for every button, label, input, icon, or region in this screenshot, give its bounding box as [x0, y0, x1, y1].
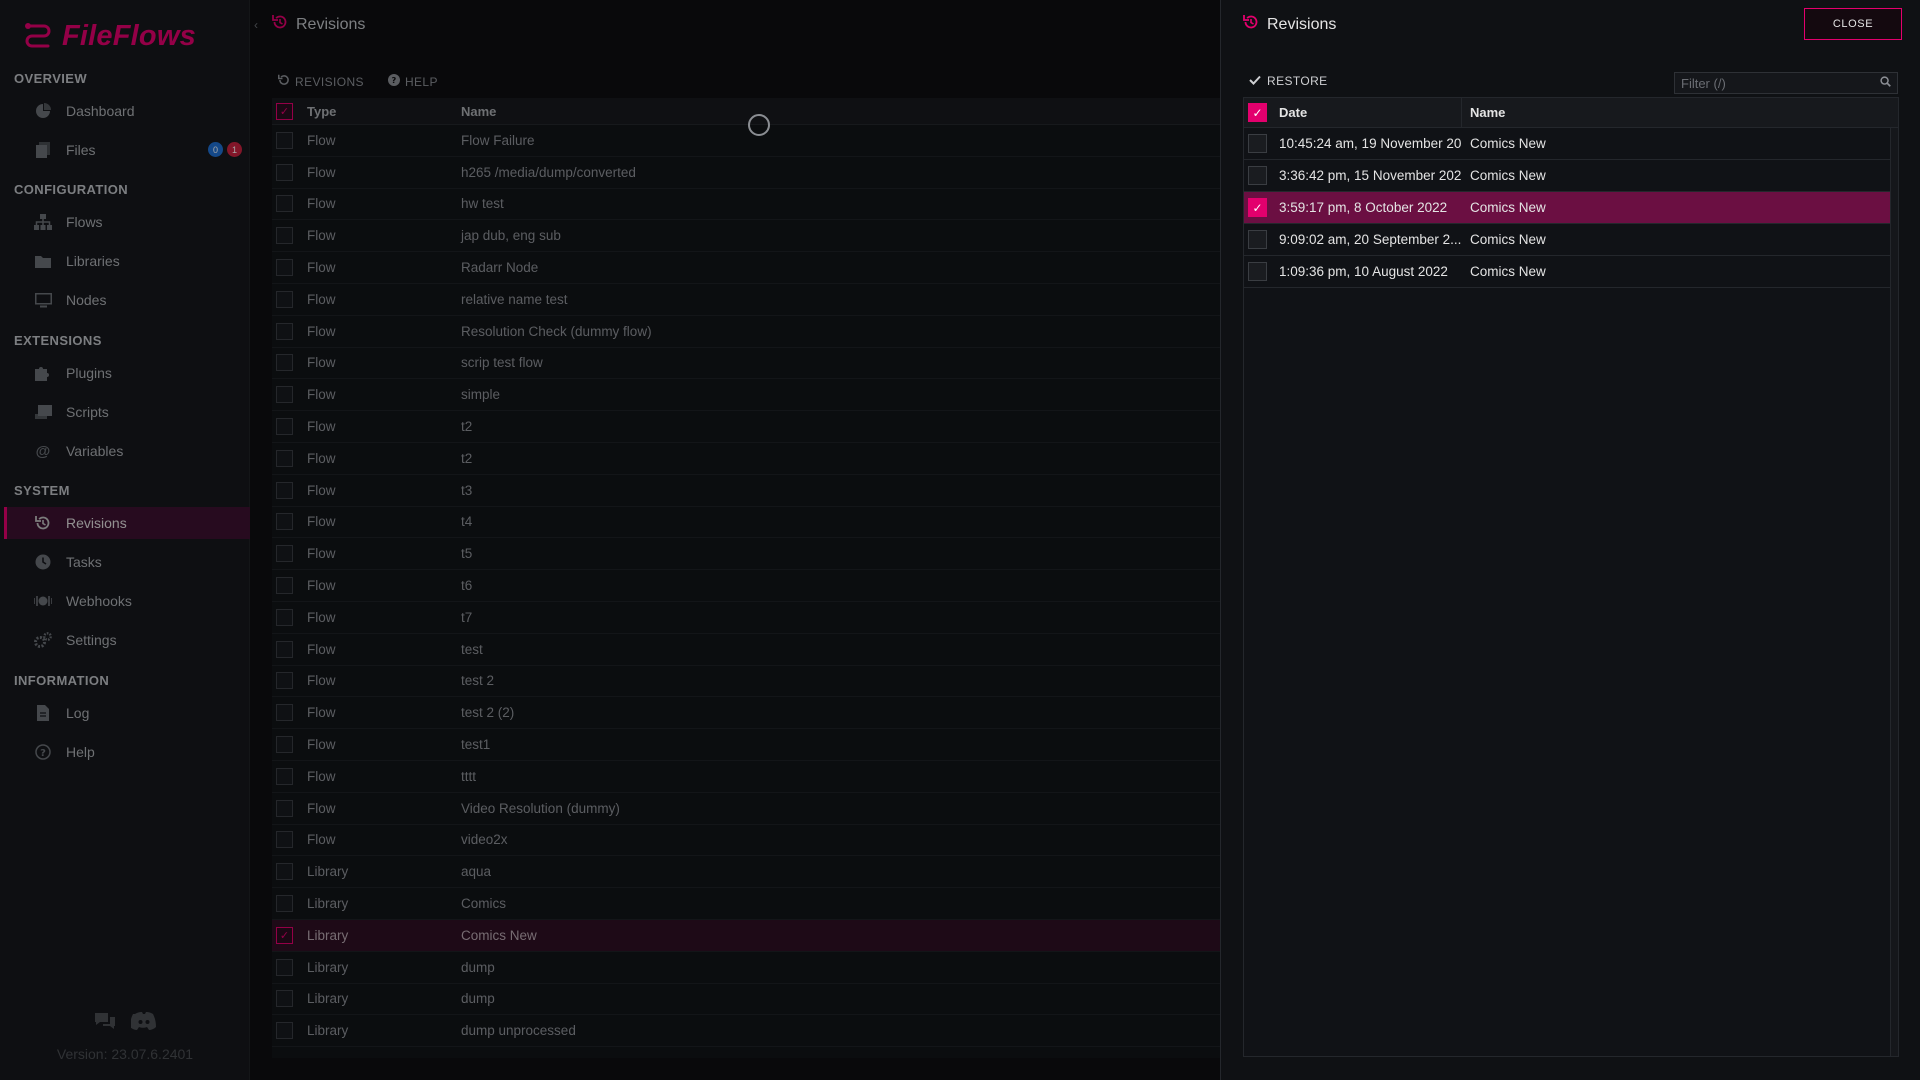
close-button[interactable]: CLOSE [1804, 8, 1902, 40]
drawer-title: Revisions [1267, 15, 1337, 33]
select-all-checkbox[interactable]: ✓ [1248, 103, 1267, 122]
row-name: Comics New [1470, 168, 1546, 183]
row-checkbox[interactable] [1248, 230, 1267, 249]
restore-button-label: RESTORE [1267, 74, 1328, 88]
history-icon [1243, 14, 1259, 35]
row-checkbox[interactable]: ✓ [1248, 198, 1267, 217]
row-name: Comics New [1470, 200, 1546, 215]
table-row[interactable]: 1:09:36 pm, 10 August 2022 Comics New [1244, 256, 1898, 288]
filter-box [1674, 72, 1898, 94]
table-body: 10:45:24 am, 19 November 20... Comics New… [1244, 128, 1898, 288]
column-header-name[interactable]: Name [1462, 105, 1898, 120]
search-icon[interactable] [1880, 76, 1891, 90]
row-checkbox[interactable] [1248, 134, 1267, 153]
restore-button[interactable]: RESTORE [1249, 74, 1328, 88]
table-row[interactable]: 10:45:24 am, 19 November 20... Comics New [1244, 128, 1898, 160]
row-name: Comics New [1470, 136, 1546, 151]
revisions-drawer: Revisions CLOSE RESTORE ✓ Date Name 10:4… [1220, 0, 1920, 1080]
table-row[interactable]: 9:09:02 am, 20 September 2... Comics New [1244, 224, 1898, 256]
row-checkbox[interactable] [1248, 166, 1267, 185]
row-name: Comics New [1470, 232, 1546, 247]
table-row[interactable]: ✓ 3:59:17 pm, 8 October 2022 Comics New [1244, 192, 1898, 224]
row-name: Comics New [1470, 264, 1546, 279]
row-date: 3:36:42 pm, 15 November 2022 [1279, 168, 1462, 183]
row-checkbox[interactable] [1248, 262, 1267, 281]
row-date: 3:59:17 pm, 8 October 2022 [1279, 200, 1448, 215]
drawer-header: Revisions [1243, 14, 1336, 35]
row-date: 10:45:24 am, 19 November 20... [1279, 136, 1462, 151]
table-header: ✓ Date Name [1244, 98, 1898, 128]
table-row[interactable]: 3:36:42 pm, 15 November 2022 Comics New [1244, 160, 1898, 192]
scrollbar[interactable] [1890, 128, 1898, 1056]
row-date: 1:09:36 pm, 10 August 2022 [1279, 264, 1448, 279]
modal-backdrop[interactable] [0, 0, 1220, 1080]
check-icon [1249, 74, 1261, 88]
row-date: 9:09:02 am, 20 September 2... [1279, 232, 1462, 247]
loading-spinner-icon [748, 114, 770, 136]
revision-history-table: ✓ Date Name 10:45:24 am, 19 November 20.… [1243, 97, 1899, 1057]
filter-input[interactable] [1681, 75, 1880, 91]
column-header-date[interactable]: Date [1267, 98, 1462, 127]
